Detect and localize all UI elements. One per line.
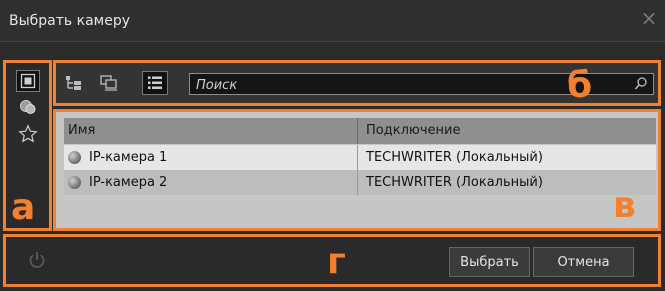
camera-name: IP-камера 2 [89, 175, 168, 190]
tree-view-icon[interactable] [61, 71, 87, 95]
camera-connection: TECHWRITER (Локальный) [366, 150, 543, 165]
star-icon[interactable] [16, 123, 40, 145]
camera-group-icon[interactable] [16, 96, 40, 118]
camera-list-icon[interactable] [16, 70, 40, 92]
cancel-button[interactable]: Отмена [533, 247, 634, 277]
camera-icon [68, 151, 81, 164]
annotation-b: б [567, 65, 593, 106]
search-icon[interactable] [634, 76, 648, 92]
camera-name: IP-камера 1 [89, 150, 168, 165]
dialog-title: Выбрать камеру [9, 12, 130, 29]
camera-icon [68, 176, 81, 189]
table-header: Имя Подключение [64, 118, 656, 144]
close-icon[interactable]: × [639, 8, 659, 28]
table-row[interactable]: IP-камера 2 TECHWRITER (Локальный) [64, 170, 656, 195]
select-button[interactable]: Выбрать [449, 247, 530, 277]
annotation-v: в [613, 185, 636, 226]
column-header-connection[interactable]: Подключение [358, 118, 656, 144]
list-view-icon[interactable] [142, 71, 168, 95]
annotation-g: г [327, 241, 346, 282]
title-bar: Выбрать камеру × [0, 0, 665, 42]
monitors-view-icon[interactable] [96, 71, 122, 95]
annotation-a: а [11, 187, 36, 228]
select-camera-dialog: Выбрать камеру × Поиск Имя Подключение I… [0, 0, 665, 291]
camera-table: Имя Подключение IP-камера 1 TECHWRITER (… [53, 109, 661, 231]
search-input[interactable] [194, 75, 618, 95]
table-row[interactable]: IP-камера 1 TECHWRITER (Локальный) [64, 145, 656, 170]
camera-connection: TECHWRITER (Локальный) [366, 175, 543, 190]
power-icon[interactable] [27, 250, 47, 270]
column-header-name[interactable]: Имя [64, 118, 358, 144]
